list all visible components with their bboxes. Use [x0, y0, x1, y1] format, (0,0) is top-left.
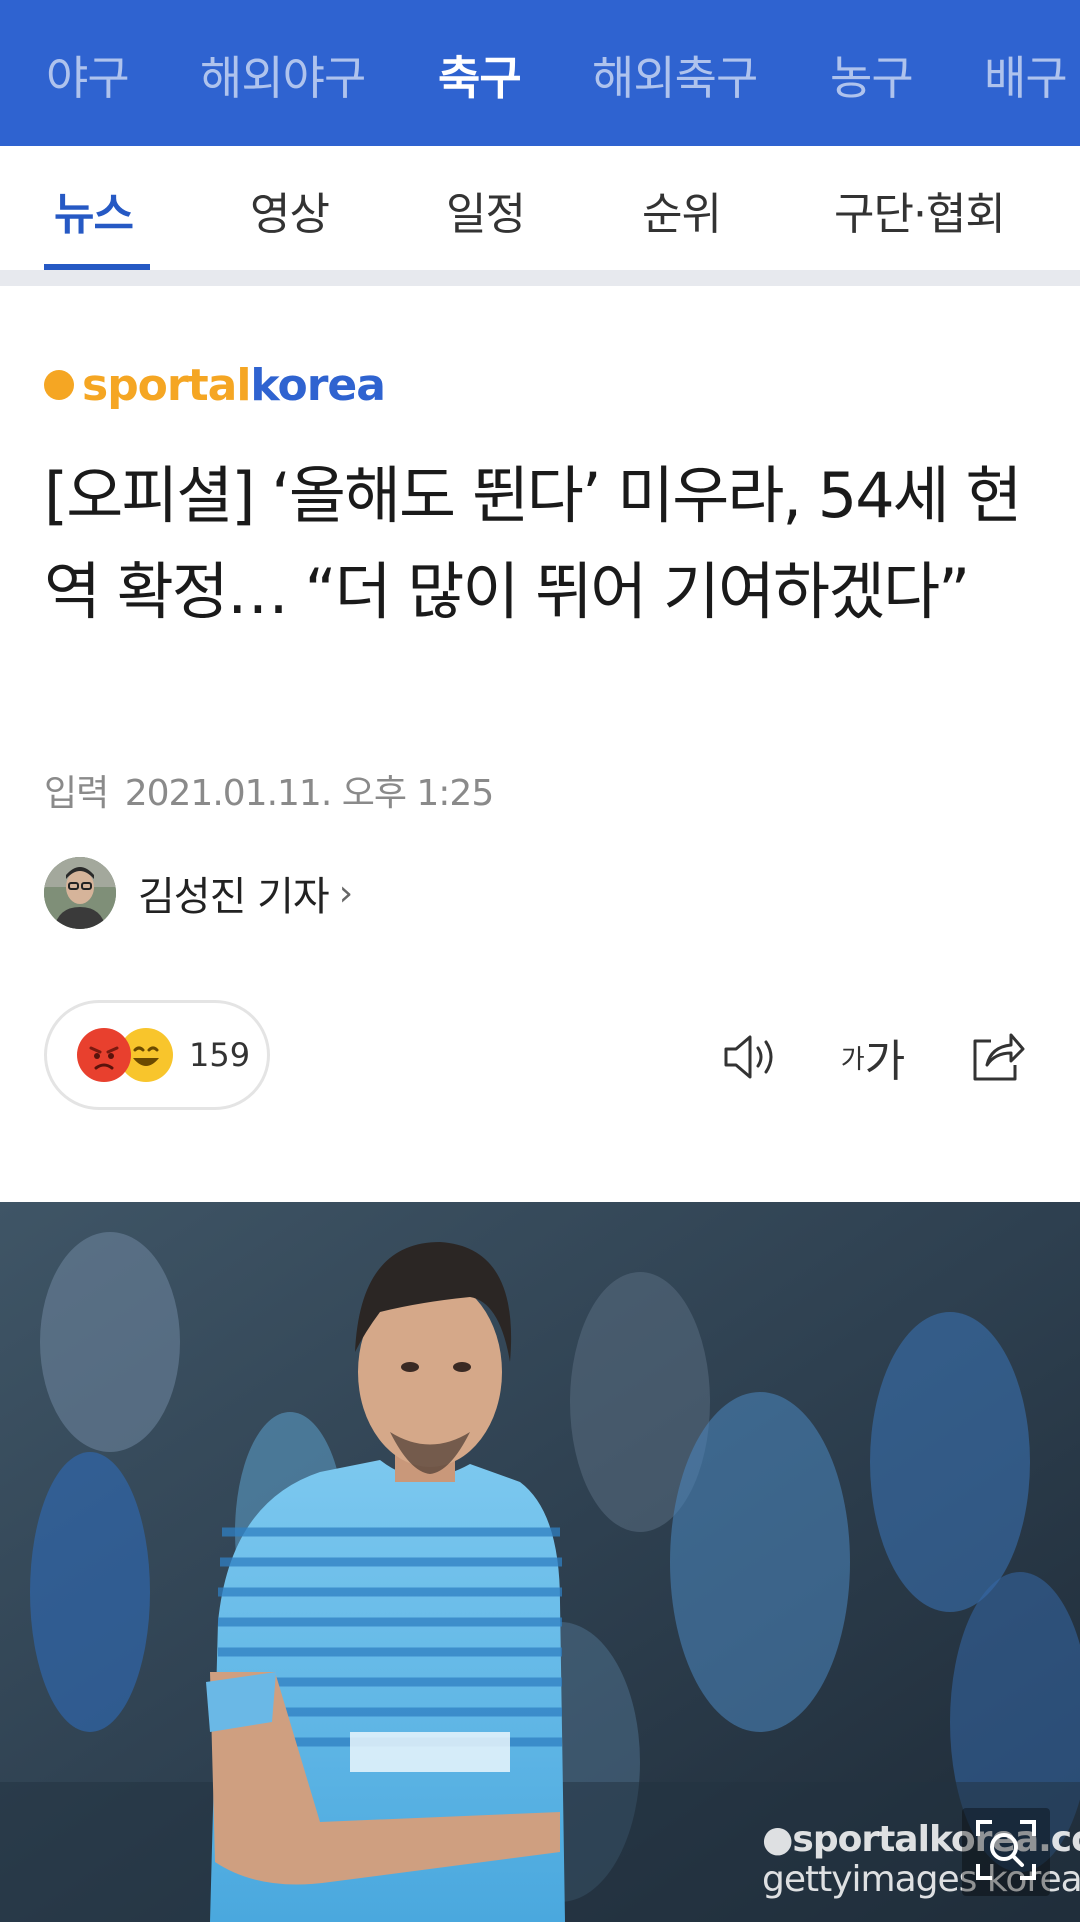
- article-date: 입력 2021.01.11. 오후 1:25: [44, 764, 495, 816]
- category-overseas-soccer[interactable]: 해외축구: [592, 42, 758, 108]
- tab-news[interactable]: 뉴스: [54, 178, 134, 242]
- chevron-right-icon: ›: [338, 872, 354, 914]
- logo-text-korea: korea: [250, 359, 386, 411]
- tab-schedule[interactable]: 일정: [446, 178, 526, 242]
- article-headline: [오피셜] ‘올해도 뛴다’ 미우라, 54세 현역 확정… “더 많이 뛰어 …: [44, 459, 1022, 628]
- article-photo[interactable]: [0, 1202, 1080, 1922]
- font-large-glyph: 가: [864, 1036, 906, 1087]
- font-size-button[interactable]: 가가: [838, 1022, 908, 1092]
- category-basketball[interactable]: 농구: [830, 42, 914, 108]
- tab-clubs[interactable]: 구단·협회: [834, 178, 1006, 242]
- category-baseball[interactable]: 야구: [46, 42, 130, 108]
- share-icon[interactable]: [962, 1022, 1032, 1092]
- logo-dot: [44, 370, 74, 400]
- category-soccer[interactable]: 축구: [438, 42, 522, 108]
- angry-emoji-icon: [77, 1028, 131, 1082]
- section-tabs: 뉴스 영상 일정 순위 구단·협회: [0, 146, 1080, 270]
- zoom-search-icon: [974, 1818, 1038, 1886]
- author-name: 김성진 기자: [138, 874, 330, 920]
- speaker-icon[interactable]: [716, 1022, 786, 1092]
- avatar: [44, 857, 116, 929]
- logo-text-sportal: sportal: [82, 359, 251, 411]
- divider: [0, 270, 1080, 286]
- category-nav: 야구 해외야구 축구 해외축구 농구 배구: [0, 0, 1080, 146]
- date-value: 2021.01.11. 오후 1:25: [124, 773, 495, 814]
- publisher-logo[interactable]: sportal korea: [44, 358, 386, 412]
- tab-video[interactable]: 영상: [250, 178, 330, 242]
- author-link[interactable]: 김성진 기자 ›: [44, 856, 353, 930]
- reaction-count: 159: [189, 1036, 251, 1074]
- category-overseas-baseball[interactable]: 해외야구: [200, 42, 366, 108]
- date-label: 입력: [44, 773, 109, 814]
- image-zoom-button[interactable]: [962, 1808, 1050, 1896]
- category-volleyball[interactable]: 배구: [984, 42, 1068, 108]
- reaction-button[interactable]: 159: [44, 1000, 270, 1110]
- tab-standings[interactable]: 순위: [642, 178, 722, 242]
- font-small-glyph: 가: [840, 1044, 865, 1075]
